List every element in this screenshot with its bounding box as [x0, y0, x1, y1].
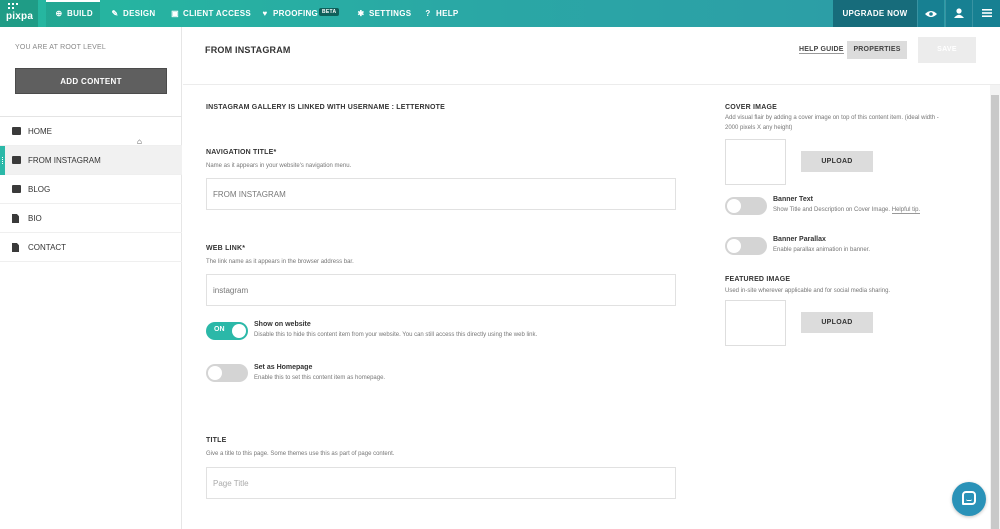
- cover-image-label: COVER IMAGE: [725, 104, 777, 111]
- plus-circle-icon: ⊕: [55, 9, 63, 18]
- sidebar-item-label: BIO: [28, 214, 42, 223]
- banner-parallax-toggle[interactable]: [725, 237, 767, 255]
- banner-parallax-title: Banner Parallax: [773, 236, 826, 243]
- eye-icon[interactable]: [917, 0, 944, 27]
- upgrade-now-button[interactable]: UPGRADE NOW: [833, 0, 917, 27]
- cover-image-preview: [725, 139, 786, 185]
- banner-text-desc-row: Show Title and Description on Cover Imag…: [773, 207, 921, 214]
- helpful-tip-link[interactable]: Helpful tip.: [891, 207, 921, 214]
- brush-icon: ✎: [111, 9, 119, 18]
- toggle-knob: [208, 366, 222, 380]
- properties-tab[interactable]: PROPERTIES: [847, 41, 907, 59]
- featured-image-upload-button[interactable]: UPLOAD: [801, 312, 873, 333]
- document-icon: [12, 214, 19, 223]
- beta-badge: BETA: [319, 8, 340, 16]
- nav-design-label: DESIGN: [123, 9, 156, 18]
- logo-grid-icon: [8, 3, 18, 11]
- gallery-icon: [12, 156, 21, 164]
- toggle-knob: [727, 239, 741, 253]
- nav-help[interactable]: ? HELP: [423, 0, 459, 27]
- navigation-title-label: NAVIGATION TITLE*: [206, 149, 277, 156]
- sidebar-item-label: CONTACT: [28, 243, 67, 252]
- show-on-website-title: Show on website: [254, 321, 311, 328]
- sidebar-item-blog[interactable]: BLOG: [0, 175, 182, 204]
- cover-image-help-line1: Add visual flair by adding a cover image…: [725, 115, 939, 121]
- title-help: Give a title to this page. Some themes u…: [206, 451, 395, 457]
- nav-settings[interactable]: ✱ SETTINGS: [356, 0, 411, 27]
- navigation-title-input[interactable]: [206, 178, 676, 210]
- drag-handle-icon[interactable]: [2, 157, 3, 164]
- help-guide-link[interactable]: HELP GUIDE: [799, 46, 844, 54]
- nav-build[interactable]: ⊕ BUILD: [46, 0, 100, 27]
- logo-text: pixpa: [6, 11, 34, 22]
- root-level-label: YOU ARE AT ROOT LEVEL: [15, 44, 106, 51]
- chat-icon: [962, 491, 976, 505]
- nav-proofing-label: PROOFING: [273, 9, 319, 18]
- page-title-input[interactable]: [206, 467, 676, 499]
- sidebar-item-bio[interactable]: BIO: [0, 204, 182, 233]
- web-link-help: The link name as it appears in the brows…: [206, 259, 354, 265]
- web-link-label: WEB LINK*: [206, 245, 246, 252]
- toggle-knob: [727, 199, 741, 213]
- banner-text-desc: Show Title and Description on Cover Imag…: [773, 207, 891, 213]
- toggle-state-label: ON: [214, 326, 225, 333]
- featured-image-preview: [725, 300, 786, 346]
- lock-icon: ▣: [171, 9, 179, 18]
- sidebar-item-from-instagram[interactable]: FROM INSTAGRAM: [0, 146, 182, 175]
- nav-help-label: HELP: [436, 9, 459, 18]
- navigation-title-help: Name as it appears in your website's nav…: [206, 163, 352, 169]
- chat-icon: [12, 185, 21, 193]
- sidebar-item-contact[interactable]: CONTACT: [0, 233, 182, 262]
- chat-support-button[interactable]: [952, 482, 986, 516]
- page-title: FROM INSTAGRAM: [205, 45, 291, 55]
- sidebar-item-home[interactable]: HOME ⌂: [0, 117, 182, 146]
- toggle-knob: [232, 324, 246, 338]
- nav-client-access[interactable]: ▣ CLIENT ACCESS: [170, 0, 251, 27]
- cover-image-help-line2: 2000 pixels X any height): [725, 125, 793, 131]
- set-homepage-toggle[interactable]: [206, 364, 248, 382]
- sidebar-item-label: BLOG: [28, 185, 51, 194]
- title-label: TITLE: [206, 437, 227, 444]
- nav-build-label: BUILD: [67, 9, 93, 18]
- set-homepage-title: Set as Homepage: [254, 364, 313, 371]
- question-icon: ?: [425, 9, 431, 18]
- banner-text-toggle[interactable]: [725, 197, 767, 215]
- nav-design[interactable]: ✎ DESIGN: [110, 0, 155, 27]
- nav-settings-label: SETTINGS: [369, 9, 412, 18]
- banner-text-title: Banner Text: [773, 196, 813, 203]
- cover-image-upload-button[interactable]: UPLOAD: [801, 151, 873, 172]
- web-link-input[interactable]: [206, 274, 676, 306]
- banner-parallax-desc: Enable parallax animation in banner.: [773, 247, 871, 253]
- featured-image-help: Used in-site wherever applicable and for…: [725, 288, 891, 294]
- gear-icon: ✱: [357, 9, 365, 18]
- nav-client-access-label: CLIENT ACCESS: [183, 9, 252, 18]
- top-navigation-bar: pixpa ⊕ BUILD ✎ DESIGN ▣ CLIENT ACCESS ♥ PRO…: [0, 0, 1000, 27]
- gallery-icon: [12, 127, 21, 135]
- scrollbar-thumb[interactable]: [991, 95, 999, 529]
- sidebar: YOU ARE AT ROOT LEVEL ADD CONTENT HOME ⌂…: [0, 27, 182, 529]
- menu-icon[interactable]: [972, 0, 1000, 27]
- sidebar-item-label: HOME: [28, 127, 52, 136]
- user-icon[interactable]: [945, 0, 972, 27]
- show-on-website-desc: Disable this to hide this content item f…: [254, 332, 538, 338]
- heart-icon: ♥: [262, 9, 268, 18]
- show-on-website-toggle[interactable]: ON: [206, 322, 248, 340]
- sidebar-item-label: FROM INSTAGRAM: [28, 156, 101, 165]
- save-button[interactable]: SAVE: [918, 37, 976, 63]
- set-homepage-desc: Enable this to set this content item as …: [254, 375, 386, 381]
- pixpa-logo[interactable]: pixpa: [0, 0, 38, 27]
- featured-image-label: FEATURED IMAGE: [725, 276, 791, 283]
- content-header: FROM INSTAGRAM HELP GUIDE PROPERTIES SAV…: [183, 27, 1000, 85]
- add-content-button[interactable]: ADD CONTENT: [15, 68, 167, 94]
- document-icon: [12, 243, 19, 252]
- nav-proofing[interactable]: ♥ PROOFING: [260, 0, 318, 27]
- instagram-linked-text: INSTAGRAM GALLERY IS LINKED WITH USERNAM…: [206, 104, 445, 111]
